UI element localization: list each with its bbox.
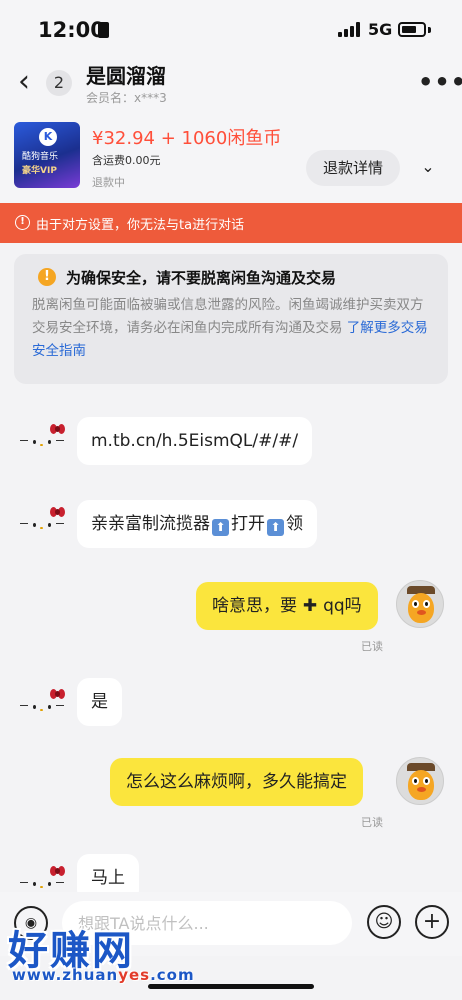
emoji-icon[interactable]: ☺ [367,905,401,939]
message-bubble-own[interactable]: 怎么这么麻烦啊，多久能搞定 [110,758,363,806]
unread-count-badge[interactable]: 2 [46,70,72,96]
info-icon: ! [15,215,30,230]
status-time: 12:00 [38,18,105,42]
chat-title: 是圆溜溜 [86,64,166,88]
refund-details-button[interactable]: 退款详情 [306,150,400,186]
seller-avatar[interactable] [20,689,70,723]
watermark: 好赚网 www.zhuanyes.com [8,918,194,984]
notice-text: 由于对方设置，你无法与ta进行对话 [36,218,245,233]
chevron-down-icon[interactable]: ⌄ [410,152,446,184]
order-state: 退款中 [92,176,125,189]
warning-icon: ! [38,268,56,286]
add-icon[interactable]: + [415,905,449,939]
upload-arrow-icon: ⬆ [212,519,229,536]
my-avatar[interactable] [396,580,444,628]
safety-tip-card: ! 为确保安全，请不要脱离闲鱼沟通及交易 脱离闲鱼可能面临被骗或信息泄露的风险。… [14,254,448,384]
battery-icon [398,22,426,37]
plus-icon: ✚ [297,596,324,616]
read-receipt: 已读 [361,816,383,829]
product-thumbnail[interactable]: K 酷狗音乐 豪华VIP [14,122,80,188]
watermark-url: www.zhuanyes.com [12,966,195,984]
chat-header: ‹ 2 是圆溜溜 会员名：x***3 ••• [0,58,462,108]
product-price: ¥32.94 + 1060闲鱼币 [92,128,282,149]
message-bubble[interactable]: m.tb.cn/h.5EismQL/#/#/ [77,417,313,465]
message-bubble[interactable]: 亲亲富制流揽器 ⬆ 打开 ⬆ 领 [77,500,317,548]
member-name: 会员名：x***3 [86,91,167,105]
sim-icon [98,22,109,38]
shipping-fee: 含运费0.00元 [92,154,161,167]
status-bar: 12:00 5G [0,0,462,58]
my-avatar[interactable] [396,757,444,805]
network-label: 5G [368,20,393,39]
seller-avatar[interactable] [20,507,70,541]
safety-heading: 为确保安全，请不要脱离闲鱼沟通及交易 [66,269,337,287]
more-dots-icon[interactable]: ••• [418,68,462,96]
seller-avatar[interactable] [20,424,70,458]
back-chevron-icon[interactable]: ‹ [18,67,42,98]
home-indicator[interactable] [148,984,314,989]
signal-icon [338,22,360,37]
upload-arrow-icon: ⬆ [267,519,284,536]
thumb-brand: 酷狗音乐 [22,152,59,162]
message-bubble[interactable]: 是 [77,678,122,726]
read-receipt: 已读 [361,640,383,653]
product-card[interactable]: K 酷狗音乐 豪华VIP ¥32.94 + 1060闲鱼币 含运费0.00元 退… [0,108,462,203]
safety-body: 脱离闲鱼可能面临被骗或信息泄露的风险。闲鱼竭诚维护买卖双方交易安全环境，请务必在… [32,297,428,359]
blocked-notice: ! 由于对方设置，你无法与ta进行对话 [0,203,462,243]
brand-logo-icon: K [39,128,57,146]
thumb-vip: 豪华VIP [22,166,57,176]
message-bubble-own[interactable]: 啥意思，要 ✚ qq吗 [196,582,378,630]
